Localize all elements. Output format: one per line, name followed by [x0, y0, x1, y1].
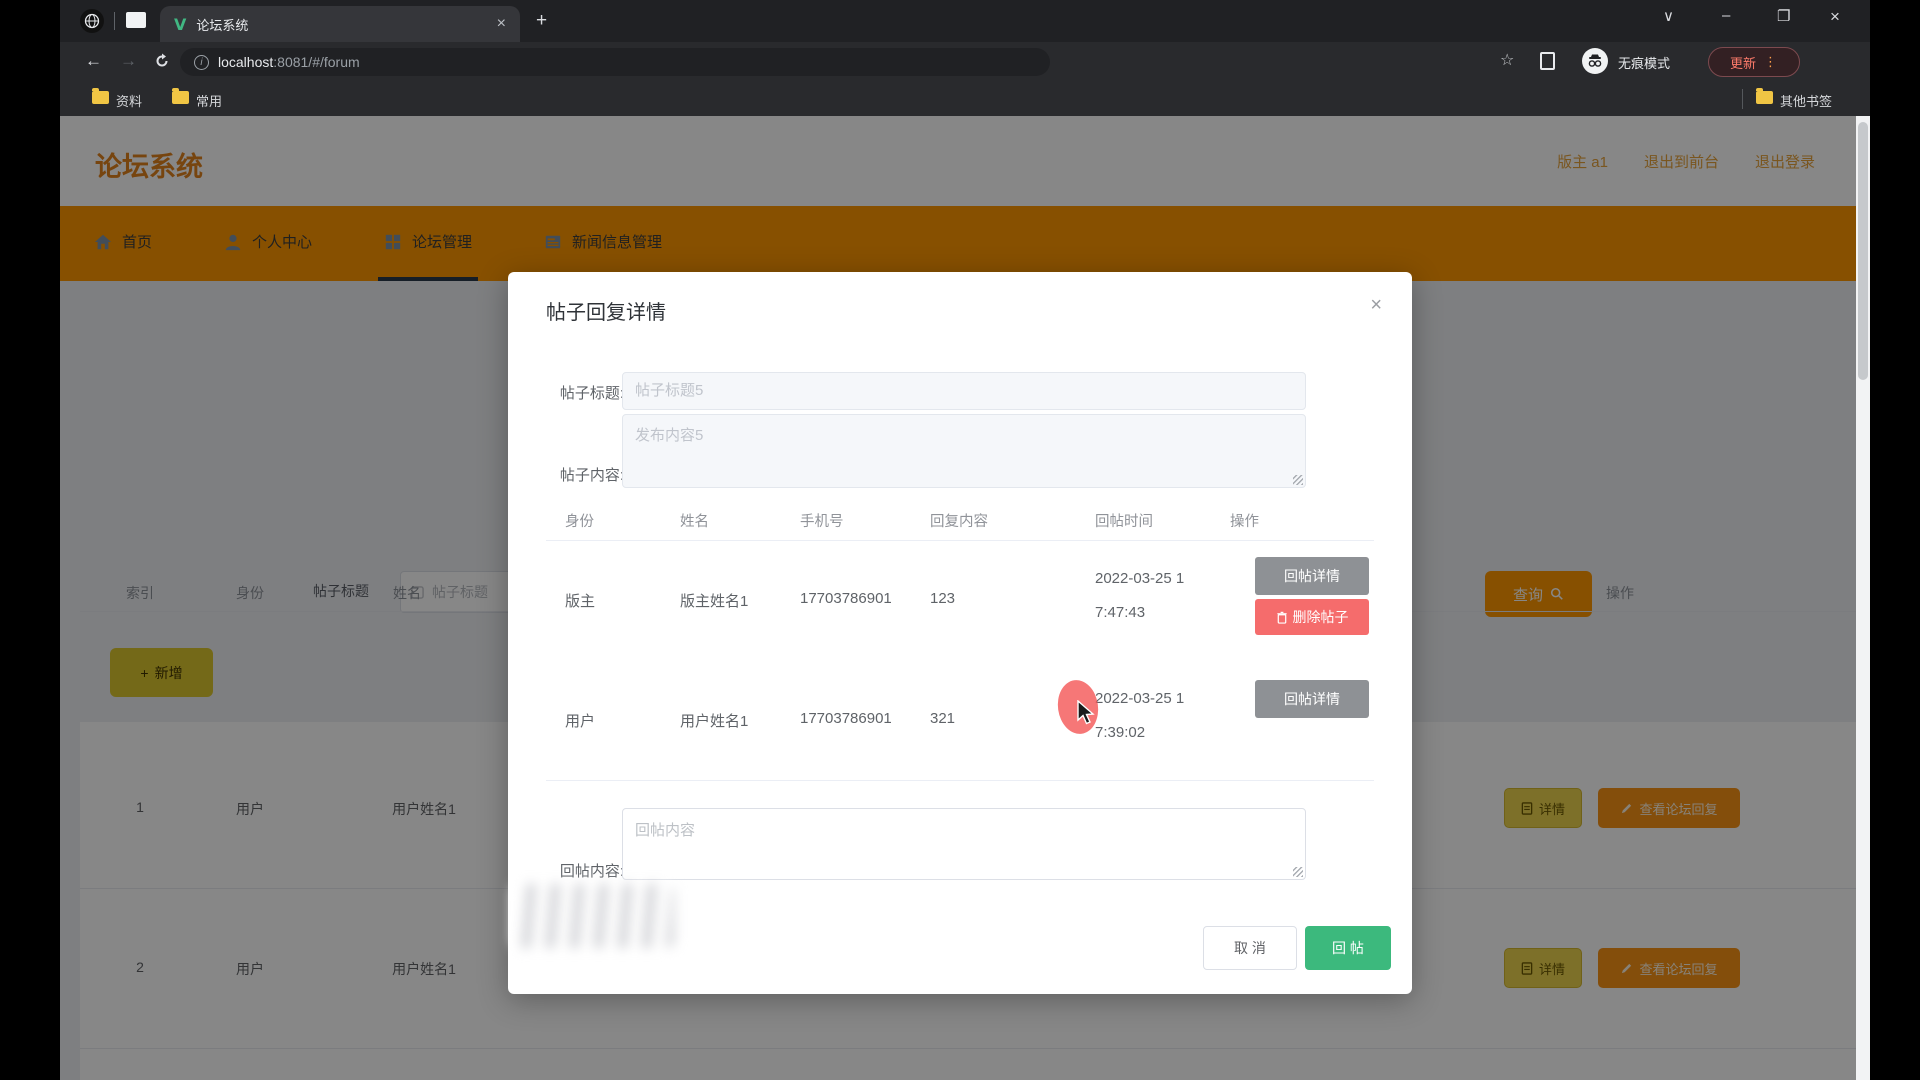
folder-icon [1756, 91, 1773, 104]
browser-tab-bar: V 论坛系统 × + ∨ – ❐ × [60, 0, 1870, 42]
browser-menu-chevron-icon[interactable]: ∨ [1663, 7, 1674, 25]
update-browser-button[interactable]: 更新 ⋮ [1708, 47, 1800, 77]
back-icon[interactable]: ← [85, 51, 102, 71]
reply-content-label: 回帖内容: [526, 860, 624, 881]
tab-close-icon[interactable]: × [497, 15, 506, 33]
reply-detail-label: 回帖详情 [1284, 566, 1340, 586]
post-title-field[interactable]: 帖子标题5 [622, 372, 1306, 410]
divider [114, 12, 115, 30]
divider [1742, 89, 1743, 109]
window-close-icon[interactable]: × [1830, 7, 1840, 27]
browser-logo-icon[interactable] [80, 9, 104, 33]
reply-col-content: 回复内容 [930, 510, 988, 531]
address-bar[interactable]: i localhost :8081/#/forum [180, 48, 1050, 76]
other-bookmarks[interactable]: 其他书签 [1780, 91, 1832, 110]
bookmark-star-icon[interactable]: ☆ [1500, 50, 1514, 70]
post-content-field[interactable]: 发布内容5 [622, 414, 1306, 488]
bookmarks-bar: 资料 常用 其他书签 [60, 82, 1870, 116]
reply-cell-content: 123 [930, 590, 955, 607]
folder-icon [92, 91, 109, 104]
window-restore-icon[interactable]: ❐ [1777, 7, 1790, 25]
refresh-icon[interactable] [154, 53, 170, 74]
reply-cell-time2: 7:47:43 [1095, 604, 1145, 621]
reply-cell-time2: 7:39:02 [1095, 724, 1145, 741]
reply-col-role: 身份 [565, 510, 594, 531]
letterbox-right [1870, 0, 1920, 1080]
reply-detail-label: 回帖详情 [1284, 689, 1340, 709]
reply-cell-role: 版主 [565, 590, 595, 611]
reply-cell-time1: 2022-03-25 1 [1095, 570, 1184, 587]
new-tab-button[interactable]: + [536, 10, 547, 32]
url-host: localhost [218, 54, 273, 70]
blurred-watermark [512, 884, 674, 948]
tab-title: 论坛系统 [196, 15, 488, 34]
dialog-title: 帖子回复详情 [546, 296, 666, 325]
bookmark-changyong[interactable]: 常用 [196, 91, 222, 110]
reply-cell-content: 321 [930, 710, 955, 727]
window-minimize-icon[interactable]: – [1722, 7, 1730, 24]
page-info-icon[interactable]: i [194, 55, 209, 70]
reply-table-divider [546, 780, 1374, 781]
incognito-icon [1582, 48, 1608, 74]
incognito-label: 无痕模式 [1618, 53, 1670, 72]
bookmark-ziliao[interactable]: 资料 [116, 91, 142, 110]
update-label: 更新 [1730, 53, 1756, 72]
scrollbar-thumb[interactable] [1858, 122, 1868, 380]
screenshot-stage: 论坛系统 版主 a1 退出到前台 退出登录 首页 个人中心 论坛管理 [0, 0, 1920, 1080]
forward-icon[interactable]: → [120, 51, 137, 71]
post-content-label: 帖子内容: [526, 464, 624, 485]
resize-handle-icon[interactable] [1293, 867, 1303, 877]
reply-cell-phone: 17703786901 [800, 590, 892, 607]
reply-cell-phone: 17703786901 [800, 710, 892, 727]
post-title-label: 帖子标题: [526, 382, 624, 403]
url-path: :8081/#/forum [273, 54, 359, 70]
mouse-cursor [1074, 700, 1098, 726]
active-browser-tab[interactable]: V 论坛系统 × [160, 6, 520, 42]
vue-favicon: V [174, 15, 186, 34]
reply-detail-button[interactable]: 回帖详情 [1255, 557, 1369, 595]
kebab-menu-icon[interactable]: ⋮ [1764, 54, 1778, 70]
reply-cell-name: 用户姓名1 [680, 710, 748, 731]
reply-detail-button[interactable]: 回帖详情 [1255, 680, 1369, 718]
reply-col-action: 操作 [1230, 510, 1259, 531]
delete-post-button[interactable]: 删除帖子 [1255, 599, 1369, 635]
reply-col-name: 姓名 [680, 510, 709, 531]
submit-reply-button[interactable]: 回 帖 [1305, 926, 1391, 970]
trash-icon [1276, 611, 1288, 624]
post-content-value: 发布内容5 [635, 427, 703, 444]
reply-cell-role: 用户 [565, 710, 595, 731]
reply-content-textarea[interactable]: 回帖内容 [622, 808, 1306, 880]
close-icon[interactable]: × [1370, 294, 1382, 317]
page-scrollbar[interactable] [1856, 116, 1870, 1080]
reply-table-divider [546, 540, 1374, 541]
browser-toolbar: ← → i localhost :8081/#/forum ☆ 无痕模式 更新 … [60, 42, 1870, 82]
resize-handle-icon[interactable] [1293, 475, 1303, 485]
reply-col-phone: 手机号 [800, 510, 844, 531]
reply-cell-name: 版主姓名1 [680, 590, 748, 611]
delete-post-label: 删除帖子 [1293, 607, 1349, 627]
window-preview-icon[interactable] [126, 12, 146, 28]
reply-col-time: 回帖时间 [1095, 510, 1153, 531]
side-panel-icon[interactable] [1540, 52, 1555, 70]
reply-placeholder: 回帖内容 [635, 822, 695, 839]
letterbox-left [0, 0, 60, 1080]
reply-cell-time1: 2022-03-25 1 [1095, 690, 1184, 707]
folder-icon [172, 91, 189, 104]
cancel-button[interactable]: 取 消 [1203, 926, 1297, 970]
